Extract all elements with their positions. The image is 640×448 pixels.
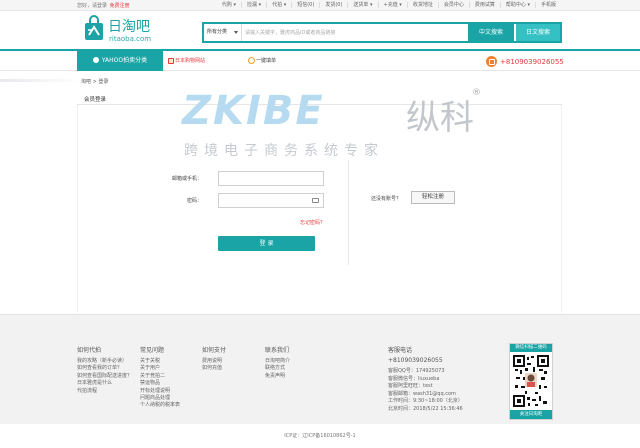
password-field[interactable] [218, 193, 324, 208]
category-select[interactable]: 所有分类 [204, 24, 242, 41]
watermark-latin: ZKIBE [182, 88, 325, 134]
customer-service: 客服电话 +8109039026055 客服QQ号：174925073 客服微信… [388, 345, 463, 414]
breadcrumb: 淘吧 > 登录 [81, 79, 109, 85]
nav-jp-sites-label: 日本购物网站 [175, 58, 206, 64]
watermark-cn: 纵科 [406, 98, 474, 138]
top-nav-daipai[interactable]: 代拍 ▾ [266, 2, 291, 8]
service-tel: +8109039026055 [388, 357, 443, 364]
footer-col-title: 如何支付 [202, 347, 227, 354]
top-nav-recharge[interactable]: +充值 ▾ [377, 2, 407, 8]
footer-col-title: 常见问题 [140, 347, 165, 354]
footer-link[interactable]: 如何充值 [202, 365, 226, 372]
breadcrumb-bar: 淘吧 > 登录 [0, 76, 640, 86]
yahoo-icon [92, 57, 99, 63]
hotline: +8109039026055 [486, 55, 564, 69]
wechat-qr-card: 微信扫描二维码 关注日淘吧 [509, 343, 553, 420]
footer-link[interactable]: 联络方式 [265, 365, 290, 372]
service-hours: 工作时间：9:30~18:00（北京） [388, 398, 463, 405]
registered-mark: ® [472, 88, 481, 98]
watermark-logo: ZKIBE 纵科 ® 跨境电子商务系统专家 [180, 88, 500, 168]
logo-domain: ritaoba.com [109, 35, 152, 43]
icp-license[interactable]: ICP证：辽ICP备16010862号-1 [0, 432, 640, 439]
top-nav-mobile[interactable]: 手机版 [534, 2, 561, 8]
hotline-number: +8109039026055 [500, 58, 564, 66]
beijing-time: 北京时间：2018/5/22 15:36:46 [388, 405, 463, 412]
main-nav: YAHOO拍卖分类 日本购物网站 一键填单 +8109039026055 [0, 49, 640, 71]
search-input[interactable] [245, 26, 465, 39]
footer-link[interactable]: 禁运物品 [140, 380, 180, 387]
email-label: 邮箱或手机： [171, 176, 202, 182]
breadcrumb-decoration [0, 79, 80, 82]
login-link[interactable]: 您好，请登录 [77, 3, 107, 9]
shop-icon [168, 58, 174, 64]
footer-col-daipai: 如何代拍 我的攻略（新手必读） 如何查看我的订单？ 如何查看国际配送进度？ 日本… [77, 345, 132, 395]
forgot-password-link[interactable]: 忘记密码？ [300, 219, 325, 226]
footer-col-payment: 如何支付 费用说明 如何充值 [202, 345, 226, 373]
search-bar: 所有分类 中文搜索 日文搜索 [202, 22, 562, 43]
top-bar: 您好，请登录 免费注册 代购 ▾ 捡漏 ▾ 代拍 ▾ 短信(0) 发货(0) 送… [0, 0, 640, 11]
footer-col-title: 联系我们 [265, 347, 290, 354]
service-title: 客服电话 [388, 347, 413, 354]
nav-yahoo-label: YAHOO拍卖分类 [101, 57, 148, 64]
top-nav: 代购 ▾ 捡漏 ▾ 代拍 ▾ 短信(0) 发货(0) 送货单 ▾ +充值 ▾ 收… [217, 2, 561, 8]
top-nav-daigou[interactable]: 代购 ▾ [217, 2, 241, 8]
qr-title: 微信扫描二维码 [510, 344, 552, 352]
footer-link[interactable]: 代拍流程 [77, 388, 132, 395]
shopping-bag-icon [85, 15, 103, 40]
footer-link[interactable]: 日本雅虎是什么 [77, 380, 132, 387]
register-button[interactable]: 轻松注册 [411, 191, 455, 204]
nav-yahoo-categories[interactable]: YAHOO拍卖分类 [77, 51, 163, 71]
category-select-value: 所有分类 [207, 29, 228, 35]
footer-link[interactable]: 如何查看我的订单？ [77, 365, 132, 372]
top-nav-messages[interactable]: 短信(0) [291, 2, 319, 8]
welcome-text: 您好，请登录 免费注册 [77, 2, 130, 9]
chevron-down-icon [234, 31, 238, 34]
top-nav-address[interactable]: 收货地址 [406, 2, 438, 8]
nav-jp-sites[interactable]: 日本购物网站 [165, 51, 237, 71]
top-nav-member[interactable]: 会员中心 [437, 2, 469, 8]
site-logo[interactable]: 日淘吧 ritaoba.com [84, 15, 164, 45]
footer-col-faq: 常见问题 关于关税 关于用户 关于竞拍二 禁运物品 开标处理说明 问题商品处理 … [140, 345, 180, 410]
footer-col-contact: 联系我们 日淘吧简介 联络方式 免责声明 [265, 345, 290, 380]
nav-quick-order[interactable]: 一键填单 [246, 51, 312, 71]
login-button[interactable]: 登 录 [218, 236, 315, 251]
top-nav-delivery[interactable]: 送货单 ▾ [347, 2, 377, 8]
service-wangwang: 客服阿里旺旺：test [388, 383, 433, 390]
qr-footer: 关注日淘吧 [510, 410, 552, 419]
top-nav-shipping[interactable]: 发货(0) [319, 2, 347, 8]
phone-icon [486, 56, 497, 67]
footer-link[interactable]: 个人纳税的税率表 [140, 402, 180, 409]
top-nav-jianlou[interactable]: 捡漏 ▾ [241, 2, 266, 8]
page-title: 会员登录 [84, 97, 107, 103]
password-label: 密码： [186, 198, 202, 204]
form-divider [348, 160, 349, 265]
watermark-slogan: 跨境电子商务系统专家 [184, 143, 384, 159]
japanese-search-button[interactable]: 日文搜索 [516, 24, 560, 41]
chinese-search-button[interactable]: 中文搜索 [468, 24, 514, 41]
logo-name: 日淘吧 [108, 19, 150, 35]
keyboard-icon[interactable] [312, 198, 319, 203]
service-qq: 客服QQ号：174925073 [388, 368, 445, 374]
no-account-text: 还没有账号？ [371, 196, 402, 202]
email-field[interactable] [218, 171, 324, 186]
footer-link[interactable]: 关于用户 [140, 365, 180, 372]
top-nav-help[interactable]: 帮助中心 ▾ [499, 2, 535, 8]
footer-link[interactable]: 免责声明 [265, 373, 290, 380]
footer-link[interactable]: 开标处理说明 [140, 388, 180, 395]
register-link[interactable]: 免费注册 [110, 3, 130, 9]
footer-col-title: 如何代拍 [77, 347, 102, 354]
check-icon [248, 57, 255, 64]
top-nav-fee[interactable]: 费用试算 [468, 2, 500, 8]
footer: 如何代拍 我的攻略（新手必读） 如何查看我的订单？ 如何查看国际配送进度？ 日本… [0, 314, 640, 424]
qr-code-icon [513, 355, 549, 407]
nav-quick-order-label: 一键填单 [256, 58, 277, 64]
